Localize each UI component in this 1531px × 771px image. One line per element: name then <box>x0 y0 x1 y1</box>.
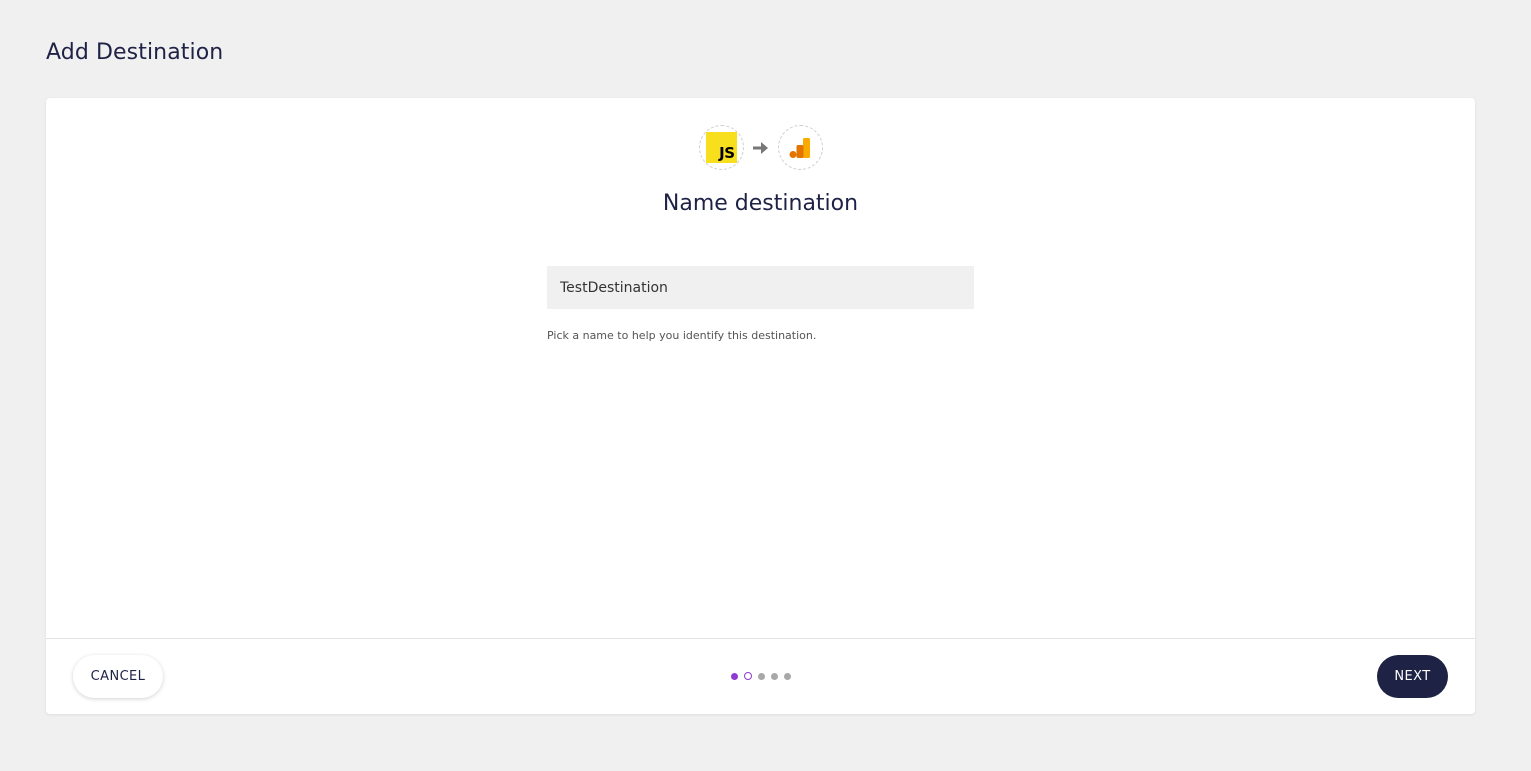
source-logo: JS <box>698 125 744 170</box>
javascript-logo-icon: JS <box>705 132 737 163</box>
next-button[interactable]: NEXT <box>1377 655 1448 698</box>
step-dot-2 <box>743 672 752 680</box>
name-help-text: Pick a name to help you identify this de… <box>547 329 817 342</box>
arrow-right-icon <box>752 141 770 155</box>
footer-divider <box>46 638 1475 639</box>
step-heading: Name destination <box>662 191 859 216</box>
page-title: Add Destination <box>46 40 224 65</box>
destination-name-input[interactable] <box>547 266 974 309</box>
destination-logo <box>777 125 823 170</box>
javascript-logo-text: JS <box>719 144 735 162</box>
step-dot-5 <box>783 672 791 680</box>
google-analytics-icon <box>789 137 810 158</box>
step-indicator <box>46 672 1475 680</box>
integration-logos: JS <box>46 125 1475 170</box>
step-dot-4 <box>770 672 778 680</box>
wizard-card: JS Name destination Pick a name to help … <box>46 98 1475 714</box>
step-dot-3 <box>757 672 765 680</box>
step-dot-1 <box>730 672 738 680</box>
